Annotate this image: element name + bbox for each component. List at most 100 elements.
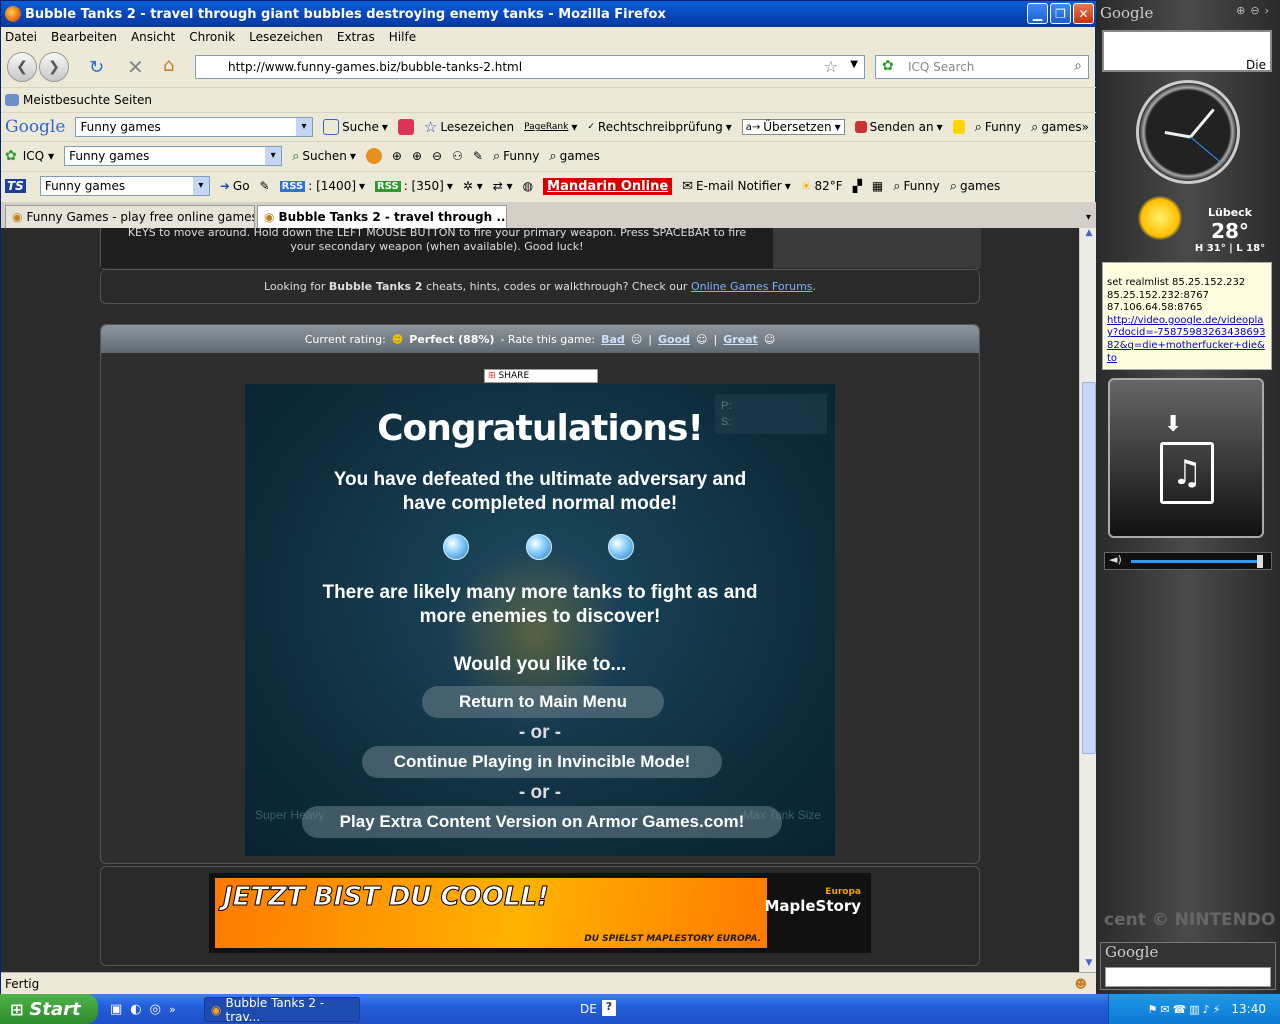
start-button[interactable]: ⊞ Start [0,994,98,1024]
gmail-icon[interactable] [397,119,414,135]
quicklaunch-icon[interactable]: ▣ [110,1002,122,1017]
toolbar-search-input[interactable]: Funny games [39,176,210,196]
rate-bad-link[interactable]: Bad [601,333,625,346]
email-notifier-button[interactable]: E-mail Notifier [696,179,782,193]
icq-flower-icon[interactable]: ✿ [882,58,894,74]
home-icon[interactable]: ⌂ [163,55,174,76]
rss-feed-icon[interactable]: RSS [279,180,306,192]
tools-icon[interactable]: ✲ ▾ [463,179,483,193]
stop-icon[interactable]: ✕ [127,55,144,79]
go-button[interactable]: Go [233,179,250,193]
highlighter-icon[interactable] [952,120,965,134]
rate-great-link[interactable]: Great [723,333,758,346]
tray-icons[interactable]: ⚑✉☎▥♪⚡ [1147,1003,1223,1016]
close-button[interactable]: ✕ [1073,3,1094,24]
ad-image[interactable]: JETZT BIST DU COOLL! DU SPIELST MAPLESTO… [215,878,767,948]
play-armor-games-button[interactable]: Play Extra Content Version on Armor Game… [302,806,782,838]
tab-funny-games[interactable]: ◉ Funny Games - play free online games .… [5,205,255,228]
note-link[interactable]: http://video.google.de/videoplay?docid=-… [1107,315,1265,364]
notes-gadget[interactable]: set realmlist 85.25.152.232 85.25.152.23… [1102,262,1272,370]
tray-clock[interactable]: 13:40 [1231,1002,1266,1016]
games-term-button[interactable]: games [1041,120,1081,134]
highlighter-icon[interactable]: ✎ [260,179,270,193]
help-icon[interactable]: ? [602,1000,616,1016]
funny-term-button[interactable]: Funny [985,120,1021,134]
zoom-out-icon[interactable]: ⊖ [432,149,442,163]
quicklaunch-icon[interactable]: ◐ [130,1002,141,1017]
volume-slider[interactable]: ◄) [1104,552,1272,570]
search-icon[interactable]: ⌕ [1074,58,1082,74]
advertisement-banner[interactable]: JETZT BIST DU COOLL! DU SPIELST MAPLESTO… [209,873,871,953]
user-icon[interactable]: ⚇ [452,149,463,163]
menu-chronik[interactable]: Chronik [189,30,235,44]
forward-button[interactable]: ❯ [39,52,69,82]
funny-term-button[interactable]: Funny [904,179,940,193]
taskbar-item-firefox[interactable]: ◉ Bubble Tanks 2 - trav... [204,996,360,1024]
games-icon[interactable] [365,148,382,164]
rss-feed-icon[interactable]: RSS [375,180,401,192]
pagerank-label[interactable]: PageRank [524,122,568,132]
google-suche-button[interactable]: Suche [342,120,379,134]
search-box[interactable]: ICQ Search ✿ ⌕ [875,55,1089,79]
icq-search-input[interactable]: Funny games [64,146,283,166]
translate-button[interactable]: Übersetzen [763,120,831,134]
ts-logo-icon[interactable]: TS [5,179,26,193]
games-term-button[interactable]: games [960,179,1000,193]
vertical-scrollbar[interactable]: ▲ ▼ [1079,228,1097,972]
tab-list-icon[interactable]: ▾ [1086,212,1091,223]
menu-ansicht[interactable]: Ansicht [131,30,175,44]
maximize-button[interactable]: ❐ [1050,3,1071,24]
media-gadget[interactable]: ⬇ ♫ [1108,378,1264,538]
toolbar-overflow-icon[interactable]: » [1082,120,1089,134]
sidebar-google-gadget[interactable]: Google [1100,942,1276,990]
network-icon[interactable]: ▞ [853,179,862,193]
minimize-button[interactable]: ▁ [1027,3,1048,24]
back-button[interactable]: ❮ [7,52,37,82]
icq-search-button[interactable]: Suchen [302,149,346,163]
sidebar-controls-icon[interactable]: ⊕⊖› [1236,4,1274,17]
icq-flower-icon[interactable]: ✿ [5,148,17,164]
share-button[interactable]: ⊞ SHARE [484,369,598,383]
send-button[interactable]: Senden an [870,120,934,134]
highlighter-icon[interactable]: ✎ [473,149,483,163]
spellcheck-button[interactable]: Rechtschreibprüfung [598,120,723,134]
reload-icon[interactable]: ↻ [89,57,104,78]
sidebar-google-input[interactable] [1105,967,1271,987]
language-indicator[interactable]: DE [580,1002,597,1016]
zoom-in-icon[interactable]: ⊕ [392,149,402,163]
return-main-menu-button[interactable]: Return to Main Menu [422,686,664,718]
scroll-up-icon[interactable]: ▲ [1082,228,1096,242]
mandarin-online-link[interactable]: Mandarin Online [543,177,673,195]
sidebar-search-gadget[interactable]: Die [1102,30,1272,72]
share-icon[interactable]: ⇄ ▾ [493,179,513,193]
funny-term-button[interactable]: Funny [503,149,539,163]
tab-bubble-tanks[interactable]: ◉ Bubble Tanks 2 - travel through ... ✕ [257,205,507,228]
bookmark-star-icon[interactable]: ☆ [824,57,838,76]
url-bar[interactable]: http://www.funny-games.biz/bubble-tanks-… [195,55,865,79]
quicklaunch-icon[interactable]: ◎ [150,1002,161,1017]
most-visited-link[interactable]: Meistbesuchte Seiten [23,93,152,107]
forums-link[interactable]: Online Games Forums [691,280,813,293]
url-dropdown-icon[interactable]: ▼ [850,59,858,70]
quicklaunch-overflow-icon[interactable]: » [169,1003,176,1016]
menu-bearbeiten[interactable]: Bearbeiten [51,30,117,44]
game-canvas[interactable]: P: S: Congratulations! You have defeated… [245,384,835,856]
game-message: You have defeated the ultimate adversary… [333,469,747,490]
games-term-button[interactable]: games [560,149,600,163]
menu-extras[interactable]: Extras [337,30,375,44]
bookmarks-button[interactable]: Lesezeichen [440,120,514,134]
menu-hilfe[interactable]: Hilfe [389,30,416,44]
rate-good-link[interactable]: Good [658,333,690,346]
menu-lesezeichen[interactable]: Lesezeichen [249,30,323,44]
google-search-input[interactable]: Funny games [75,117,314,137]
menu-datei[interactable]: Datei [5,30,37,44]
zoom-icon[interactable]: ⊕ [412,149,422,163]
weather-temp[interactable]: 82°F [815,179,843,193]
icq-button[interactable]: ICQ [23,149,44,163]
ebay-icon[interactable]: ◍ [523,179,533,193]
scroll-down-icon[interactable]: ▼ [1082,958,1096,972]
continue-invincible-button[interactable]: Continue Playing in Invincible Mode! [362,746,722,778]
scrollbar-thumb[interactable] [1082,382,1096,754]
windows-icon[interactable]: ▦ [872,179,883,193]
status-addon-icon[interactable]: ☻ [1074,977,1087,991]
